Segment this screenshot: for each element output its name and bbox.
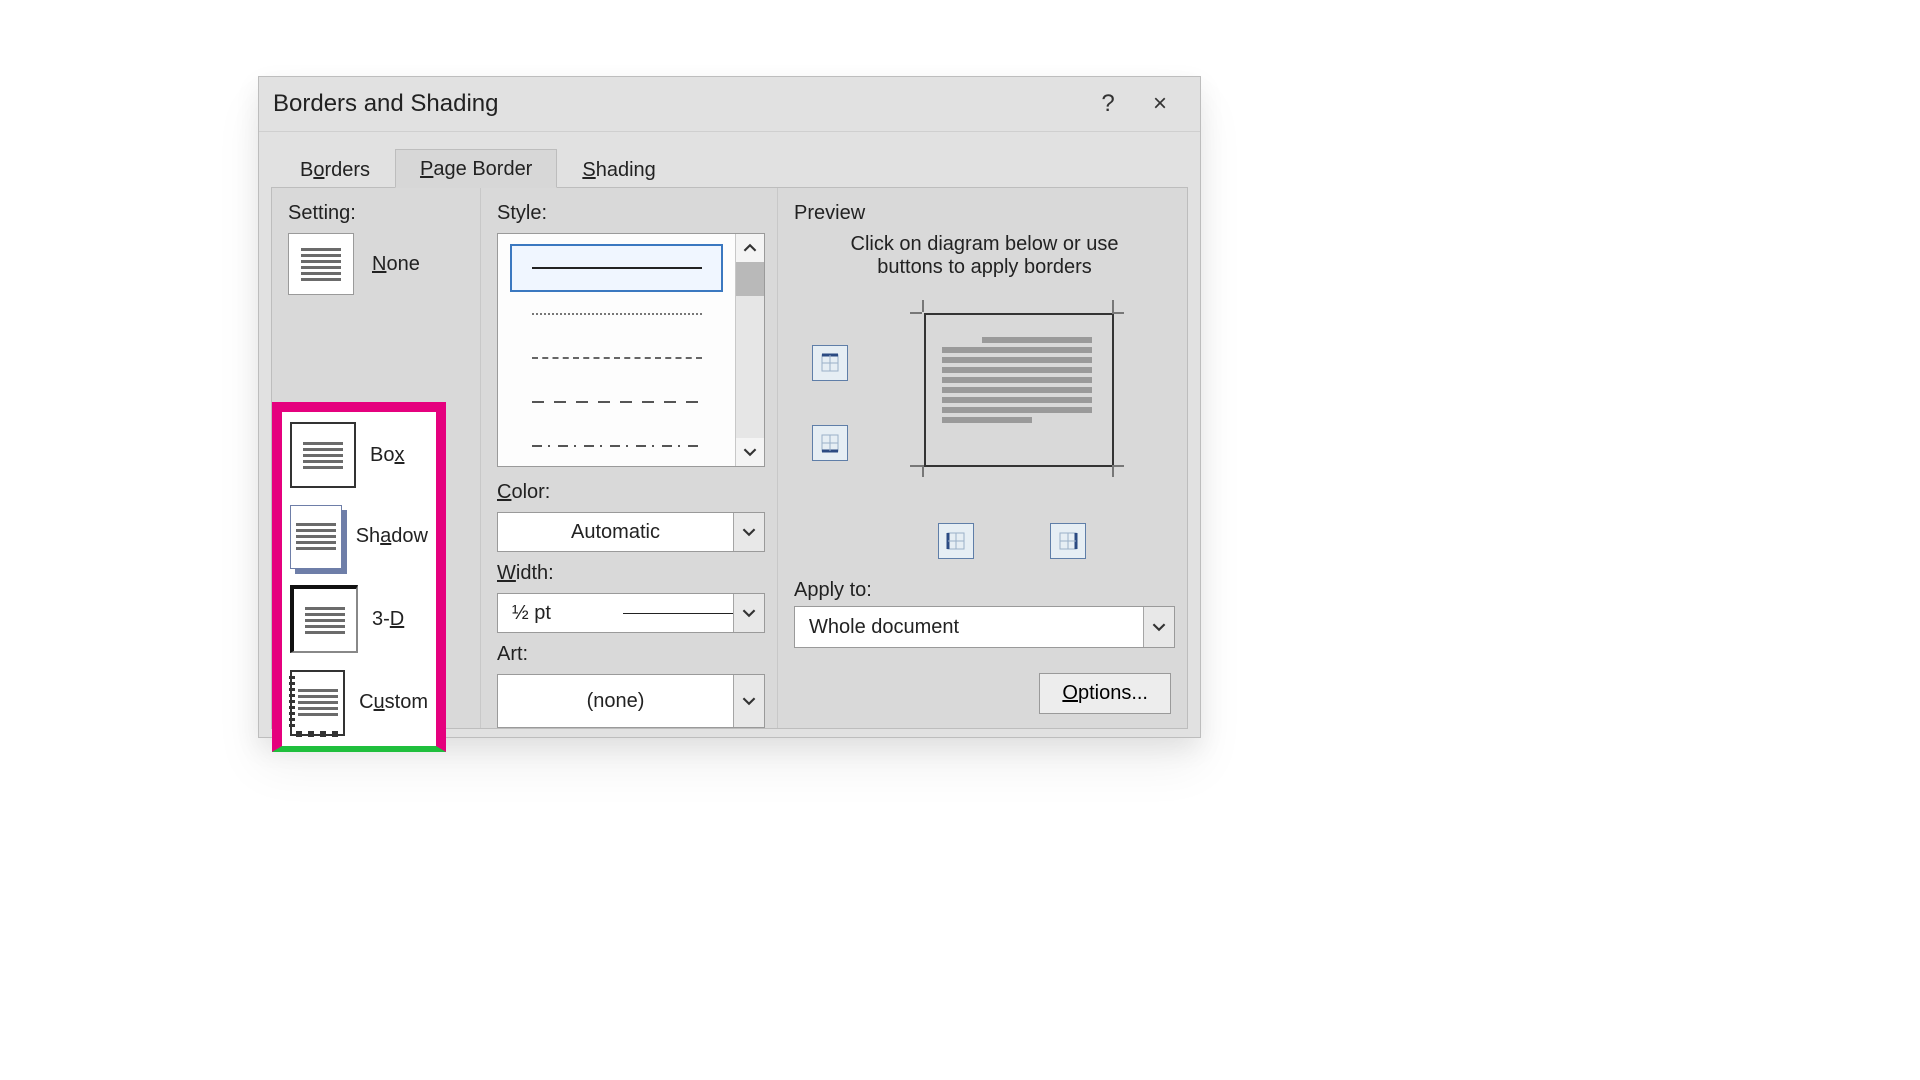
art-label: Art: xyxy=(497,643,765,666)
options-button[interactable]: Options... xyxy=(1039,673,1171,714)
box-icon xyxy=(290,422,356,488)
width-label: Width: xyxy=(497,562,765,585)
style-dash-dot[interactable] xyxy=(510,424,723,466)
width-value: ½ pt xyxy=(498,602,611,625)
setting-box[interactable]: Box xyxy=(290,422,428,488)
width-dropdown[interactable]: ½ pt xyxy=(497,593,765,633)
style-dashed[interactable] xyxy=(510,380,723,424)
dialog-content: Setting: None Box Shadow 3-D xyxy=(271,187,1188,729)
threeD-icon xyxy=(290,585,358,653)
borders-shading-dialog: Borders and Shading ? × Borders Page Bor… xyxy=(258,76,1201,738)
width-sample-line xyxy=(623,613,733,614)
style-section: Style: Color: Automatic xyxy=(481,188,778,728)
setting-label: Setting: xyxy=(288,202,468,225)
preview-hint: Click on diagram below or use buttons to… xyxy=(824,233,1145,279)
setting-3d-label: 3-D xyxy=(372,608,404,631)
setting-none[interactable]: None xyxy=(288,233,468,295)
help-button[interactable]: ? xyxy=(1082,84,1134,124)
preview-section: Preview Click on diagram below or use bu… xyxy=(778,188,1187,728)
tab-strip: Borders Page Border Shading xyxy=(259,142,1200,188)
style-scrollbar[interactable] xyxy=(735,234,764,466)
border-right-button[interactable] xyxy=(1050,523,1086,559)
applyto-label: Apply to: xyxy=(794,579,872,601)
setting-custom-label: Custom xyxy=(359,691,428,714)
shadow-icon xyxy=(290,505,342,569)
style-solid[interactable] xyxy=(510,244,723,292)
border-top-button[interactable] xyxy=(812,345,848,381)
titlebar: Borders and Shading ? × xyxy=(259,77,1200,132)
setting-none-label: None xyxy=(372,253,420,276)
tab-shading[interactable]: Shading xyxy=(557,150,680,188)
applyto-value: Whole document xyxy=(795,616,1143,639)
custom-icon xyxy=(290,670,345,736)
highlighted-settings: Box Shadow 3-D Custom xyxy=(272,402,446,752)
preview-label: Preview xyxy=(794,202,1175,225)
scroll-up-icon[interactable] xyxy=(736,234,764,262)
style-list[interactable] xyxy=(497,233,765,467)
scroll-thumb[interactable] xyxy=(736,262,764,296)
tab-borders[interactable]: Borders xyxy=(275,150,395,188)
help-icon: ? xyxy=(1101,90,1114,118)
setting-3d[interactable]: 3-D xyxy=(290,585,428,653)
setting-shadow-label: Shadow xyxy=(356,525,428,548)
border-bottom-button[interactable] xyxy=(812,425,848,461)
art-value: (none) xyxy=(498,690,733,713)
style-dashed-fine[interactable] xyxy=(510,336,723,380)
color-value: Automatic xyxy=(498,521,733,544)
style-dotted[interactable] xyxy=(510,292,723,336)
setting-shadow[interactable]: Shadow xyxy=(290,505,428,569)
tab-page-border[interactable]: Page Border xyxy=(395,149,557,188)
preview-text-lines xyxy=(942,333,1092,427)
chevron-down-icon xyxy=(733,675,764,727)
chevron-down-icon xyxy=(1143,607,1174,647)
style-label: Style: xyxy=(497,202,765,225)
border-left-button[interactable] xyxy=(938,523,974,559)
color-label: Color: xyxy=(497,481,765,504)
chevron-down-icon xyxy=(733,513,764,551)
close-icon: × xyxy=(1153,90,1167,118)
setting-box-label: Box xyxy=(370,444,404,467)
none-icon xyxy=(288,233,354,295)
close-button[interactable]: × xyxy=(1134,84,1186,124)
scroll-down-icon[interactable] xyxy=(736,438,764,466)
chevron-down-icon xyxy=(733,594,764,632)
applyto-dropdown[interactable]: Whole document xyxy=(794,606,1175,648)
setting-custom[interactable]: Custom xyxy=(290,670,428,736)
dialog-title: Borders and Shading xyxy=(273,90,499,118)
art-dropdown[interactable]: (none) xyxy=(497,674,765,728)
preview-diagram[interactable] xyxy=(794,297,1175,497)
color-dropdown[interactable]: Automatic xyxy=(497,512,765,552)
